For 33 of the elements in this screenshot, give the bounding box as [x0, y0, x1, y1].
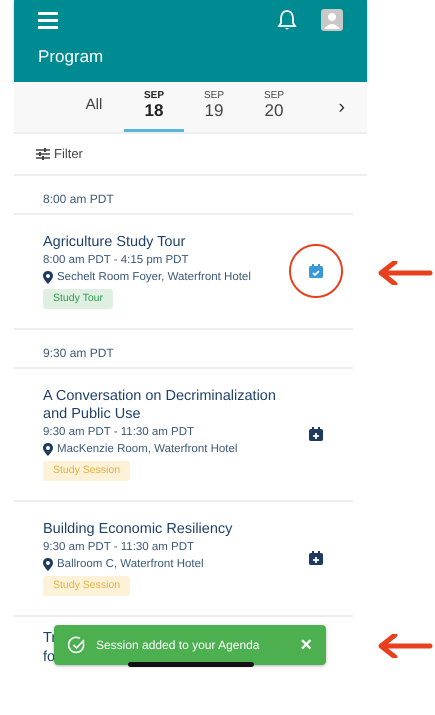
date-tab[interactable]: SEP 20 [244, 82, 304, 132]
menu-icon [38, 10, 58, 29]
session-title[interactable]: A Conversation on Decriminalization and Public Use [43, 387, 293, 424]
filter-button[interactable]: Filter [36, 144, 83, 164]
date-tab[interactable]: All [64, 82, 124, 132]
session-title[interactable]: Building Economic Resiliency [43, 520, 232, 538]
notifications-button[interactable] [277, 8, 297, 32]
toast-message: Session added to your Agenda [96, 637, 260, 654]
next-button[interactable]: › [332, 82, 351, 132]
date-tab[interactable]: SEP 18 [124, 82, 184, 132]
session-tag: Study Session [43, 576, 130, 596]
location-pin-icon [43, 271, 53, 284]
session-time: 9:30 am PDT - 11:30 am PDT [43, 425, 196, 440]
session-tag: Study Tour [43, 289, 114, 309]
session-tag: Study Session [43, 461, 130, 481]
session-location: MacKenzie Room, Waterfront Hotel [57, 442, 238, 458]
check-circle-icon [68, 636, 86, 654]
sliders-icon [36, 148, 50, 160]
date-tab[interactable]: SEP 19 [184, 82, 244, 132]
highlight-circle [289, 244, 343, 298]
session-time: 9:30 am PDT - 11:30 am PDT [43, 540, 196, 556]
session-title[interactable]: Agriculture Study Tour [43, 233, 251, 252]
session-location: Ballroom C, Waterfront Hotel [57, 557, 204, 572]
avatar-icon [321, 8, 343, 31]
session-time: 8:00 am PDT - 4:15 pm PDT [43, 253, 190, 268]
location-pin-icon [43, 558, 53, 572]
time-header: 9:30 am PDT [14, 330, 353, 369]
profile-button[interactable] [321, 8, 343, 32]
location-pin-icon [43, 443, 53, 456]
session-location: Sechelt Room Foyer, Waterfront Hotel [57, 270, 251, 285]
page-title: Program [38, 46, 104, 68]
bell-icon [277, 8, 297, 31]
time-header: 8:00 am PDT [14, 176, 353, 215]
